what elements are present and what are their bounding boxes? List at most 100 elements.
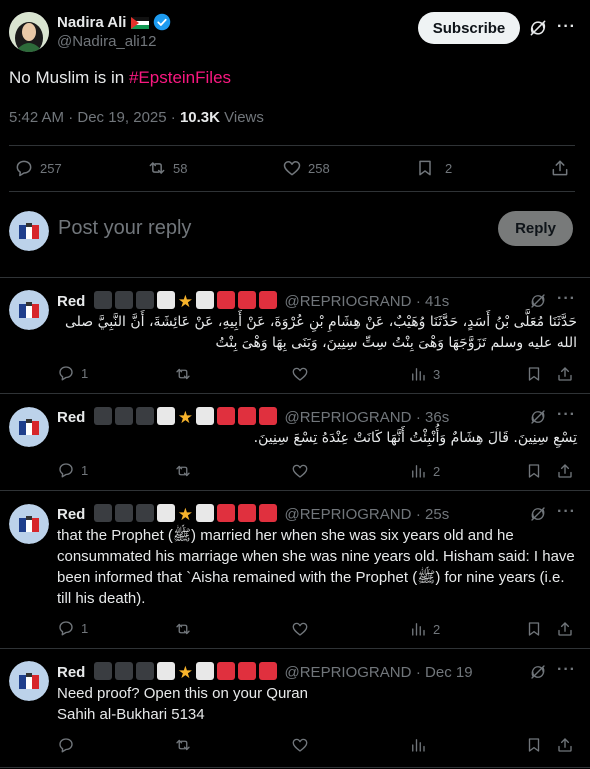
like-action[interactable]: [291, 462, 309, 485]
reply-avatar[interactable]: [9, 661, 49, 701]
reply-count: 1: [81, 620, 89, 636]
hashtag-link[interactable]: #EpsteinFiles: [129, 68, 231, 87]
analytics-icon: [412, 623, 425, 636]
share-icon: [558, 464, 572, 478]
share-action[interactable]: [550, 158, 570, 183]
reply-handle[interactable]: @REPRIOGRAND: [285, 293, 412, 310]
heart-icon: [292, 622, 308, 636]
reply-action[interactable]: 1: [57, 364, 88, 382]
analytics-icon: [412, 739, 425, 752]
repost-count: 58: [173, 160, 188, 176]
bookmark-action[interactable]: [525, 736, 543, 759]
reply-author-name[interactable]: Red: [57, 293, 85, 310]
reply-time[interactable]: · Dec 19: [416, 664, 473, 681]
reply-author-name[interactable]: Red: [57, 506, 85, 523]
repost-icon: [176, 623, 190, 635]
share-action[interactable]: [556, 365, 574, 388]
like-action[interactable]: 258: [282, 158, 330, 178]
repost-icon: [149, 162, 165, 174]
bookmark-icon: [528, 367, 540, 381]
reply-composer-input[interactable]: Post your reply: [58, 217, 191, 240]
share-action[interactable]: [556, 736, 574, 759]
post-text: No Muslim is in #EpsteinFiles: [9, 68, 231, 88]
heart-icon: [292, 367, 308, 381]
like-action[interactable]: [291, 736, 309, 759]
reply-icon: [16, 160, 32, 177]
repost-action[interactable]: [174, 462, 192, 485]
reply-action[interactable]: 1: [57, 461, 88, 479]
reply-text: that the Prophet (ﷺ) married her when sh…: [57, 527, 575, 607]
reply-time[interactable]: · 25s: [416, 506, 449, 523]
reply-action[interactable]: 257: [14, 158, 62, 178]
reply-avatar[interactable]: [9, 407, 49, 447]
author-handle[interactable]: @Nadira_ali12: [57, 33, 156, 50]
like-action[interactable]: [291, 365, 309, 388]
repost-action[interactable]: [174, 620, 192, 643]
divider: [9, 191, 575, 192]
like-action[interactable]: [291, 620, 309, 643]
bookmark-icon: [528, 464, 540, 478]
heart-icon: [292, 738, 308, 752]
my-avatar[interactable]: [9, 211, 49, 251]
views-action[interactable]: 2: [409, 620, 440, 638]
repost-action[interactable]: [174, 736, 192, 759]
reply-item[interactable]: Red ★ @REPRIOGRAND · 36s ··· تِسْعِ سِنِ…: [0, 394, 590, 490]
more-options-icon[interactable]: ···: [557, 661, 576, 679]
reply-action[interactable]: [57, 736, 75, 759]
reply-handle[interactable]: @REPRIOGRAND: [285, 409, 412, 426]
share-action[interactable]: [556, 620, 574, 643]
more-options-icon[interactable]: ···: [557, 406, 576, 424]
reply-handle[interactable]: @REPRIOGRAND: [285, 506, 412, 523]
bookmark-action[interactable]: [525, 620, 543, 643]
more-options-icon[interactable]: ···: [557, 18, 576, 36]
emoji-badges: ★: [93, 407, 285, 427]
grok-icon[interactable]: [528, 18, 548, 43]
post-timestamp[interactable]: 5:42 AM · Dec 19, 2025 ·: [9, 109, 180, 126]
like-count: 258: [308, 160, 330, 176]
emoji-badges: ★: [93, 291, 285, 311]
reply-item[interactable]: Red ★ @REPRIOGRAND · 25s ··· that the Pr…: [0, 491, 590, 648]
bookmark-action[interactable]: [525, 462, 543, 485]
reply-text-line2: Sahih al-Bukhari 5134: [57, 706, 205, 723]
author-name[interactable]: Nadira Ali: [57, 14, 126, 31]
bookmark-icon: [528, 738, 540, 752]
bookmark-action[interactable]: 2: [415, 158, 452, 178]
reply-author-name[interactable]: Red: [57, 409, 85, 426]
repost-action[interactable]: 58: [147, 158, 187, 178]
repost-icon: [176, 368, 190, 380]
reply-avatar[interactable]: [9, 290, 49, 330]
views-count: 3: [433, 366, 441, 382]
reply-icon: [59, 621, 73, 636]
share-icon: [558, 622, 572, 636]
reply-icon: [59, 366, 73, 381]
more-options-icon[interactable]: ···: [557, 290, 576, 308]
bookmark-action[interactable]: [525, 365, 543, 388]
reply-handle[interactable]: @REPRIOGRAND: [285, 664, 412, 681]
reply-text: حَدَّثَنَا مُعَلَّى بْنُ أَسَدٍ، حَدَّثَ…: [65, 314, 577, 351]
divider: [0, 767, 590, 768]
author-avatar[interactable]: [9, 12, 49, 52]
emoji-badges: ★: [93, 662, 285, 682]
more-options-icon[interactable]: ···: [557, 503, 576, 521]
reply-submit-button[interactable]: Reply: [498, 211, 573, 246]
views-action[interactable]: 2: [409, 462, 440, 480]
reply-item[interactable]: Red ★ @REPRIOGRAND · 41s ··· حَدَّثَنَا …: [0, 278, 590, 393]
reply-time[interactable]: · 36s: [416, 409, 449, 426]
reply-time[interactable]: · 41s: [416, 293, 449, 310]
repost-action[interactable]: [174, 365, 192, 388]
views-action[interactable]: 3: [409, 365, 440, 383]
views-action[interactable]: [409, 736, 427, 759]
post-text-body: No Muslim is in: [9, 68, 129, 87]
divider: [9, 145, 575, 146]
views-count: 2: [433, 463, 441, 479]
share-action[interactable]: [556, 462, 574, 485]
subscribe-button[interactable]: Subscribe: [418, 12, 520, 44]
reply-avatar[interactable]: [9, 504, 49, 544]
reply-item[interactable]: Red ★ @REPRIOGRAND · Dec 19 ··· Need pro…: [0, 649, 590, 767]
heart-icon: [292, 464, 308, 478]
bookmark-count: 2: [445, 160, 453, 176]
views-label: Views: [219, 109, 264, 126]
post-meta: 5:42 AM · Dec 19, 2025 · 10.3K Views: [9, 109, 264, 126]
reply-action[interactable]: 1: [57, 619, 88, 637]
reply-author-name[interactable]: Red: [57, 664, 85, 681]
